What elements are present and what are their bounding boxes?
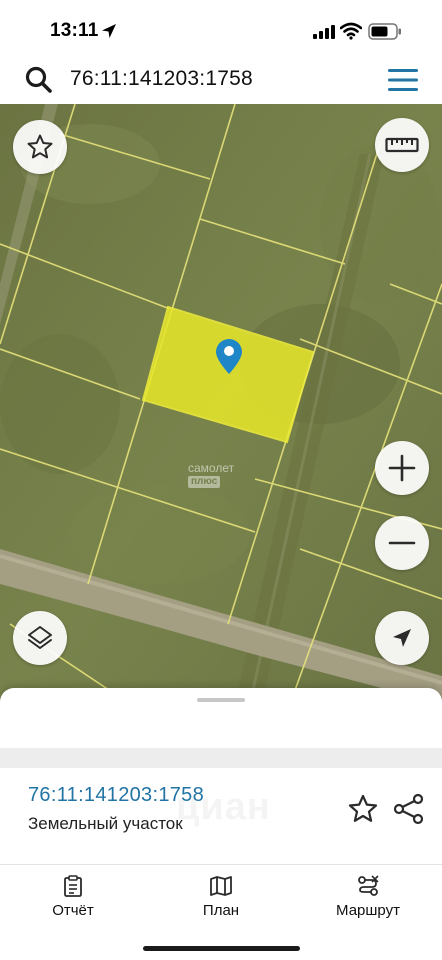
location-arrow-icon bbox=[102, 24, 116, 38]
ruler-button[interactable] bbox=[375, 118, 429, 172]
navigation-arrow-icon bbox=[393, 629, 411, 647]
locate-button[interactable] bbox=[375, 611, 429, 665]
watermark-line-2: плюс bbox=[188, 476, 221, 488]
search-bar[interactable]: 76:11:141203:1758 bbox=[6, 57, 436, 101]
tab-plan-label: План bbox=[202, 902, 240, 919]
tab-plan[interactable]: План bbox=[166, 875, 276, 923]
layers-button[interactable] bbox=[13, 611, 67, 665]
watermark-line-1: самолет bbox=[188, 461, 235, 475]
search-icon[interactable] bbox=[24, 65, 54, 95]
parcel-number: 76:11:141203:1758 bbox=[28, 784, 205, 806]
search-input[interactable]: 76:11:141203:1758 bbox=[70, 67, 253, 91]
satellite-map-imagery bbox=[0, 104, 442, 704]
battery-icon bbox=[368, 23, 401, 40]
map-watermark: самолет плюс bbox=[188, 462, 234, 488]
layers-icon bbox=[28, 626, 52, 649]
tab-report-label: Отчёт bbox=[52, 902, 94, 919]
parcel-type: Земельный участок bbox=[28, 814, 183, 833]
wifi-icon bbox=[340, 22, 362, 40]
zoom-in-button[interactable] bbox=[375, 441, 429, 495]
minus-icon bbox=[388, 541, 416, 545]
home-indicator bbox=[143, 946, 300, 951]
status-time: 13:11 bbox=[50, 20, 99, 41]
screen: 13:11 76:11:141203:1758 самолет плюс 76:… bbox=[0, 0, 442, 960]
route-icon bbox=[358, 875, 379, 896]
tab-route[interactable]: Маршрут bbox=[313, 875, 423, 923]
report-icon bbox=[64, 875, 82, 897]
star-icon[interactable] bbox=[346, 792, 380, 826]
sheet-separator bbox=[0, 748, 442, 768]
share-icon[interactable] bbox=[392, 792, 426, 826]
tab-report[interactable]: Отчёт bbox=[18, 875, 128, 923]
map-plan-icon bbox=[210, 876, 232, 896]
plus-icon bbox=[388, 454, 416, 482]
status-bar: 13:11 bbox=[0, 0, 442, 60]
favorite-map-button[interactable] bbox=[13, 120, 67, 174]
hamburger-menu-icon[interactable] bbox=[386, 67, 420, 93]
bottom-tab-bar: Отчёт План Маршрут bbox=[0, 865, 442, 925]
cellular-signal-icon bbox=[313, 25, 335, 39]
star-icon bbox=[27, 134, 53, 159]
tab-route-label: Маршрут bbox=[336, 902, 400, 919]
zoom-out-button[interactable] bbox=[375, 516, 429, 570]
satellite-map[interactable]: самолет плюс bbox=[0, 104, 442, 704]
sheet-drag-handle[interactable] bbox=[197, 698, 245, 702]
parcel-card[interactable]: циан 76:11:141203:1758 Земельный участок bbox=[0, 768, 442, 864]
ruler-icon bbox=[385, 137, 419, 153]
parcel-bottom-sheet: циан 76:11:141203:1758 Земельный участок bbox=[0, 688, 442, 960]
